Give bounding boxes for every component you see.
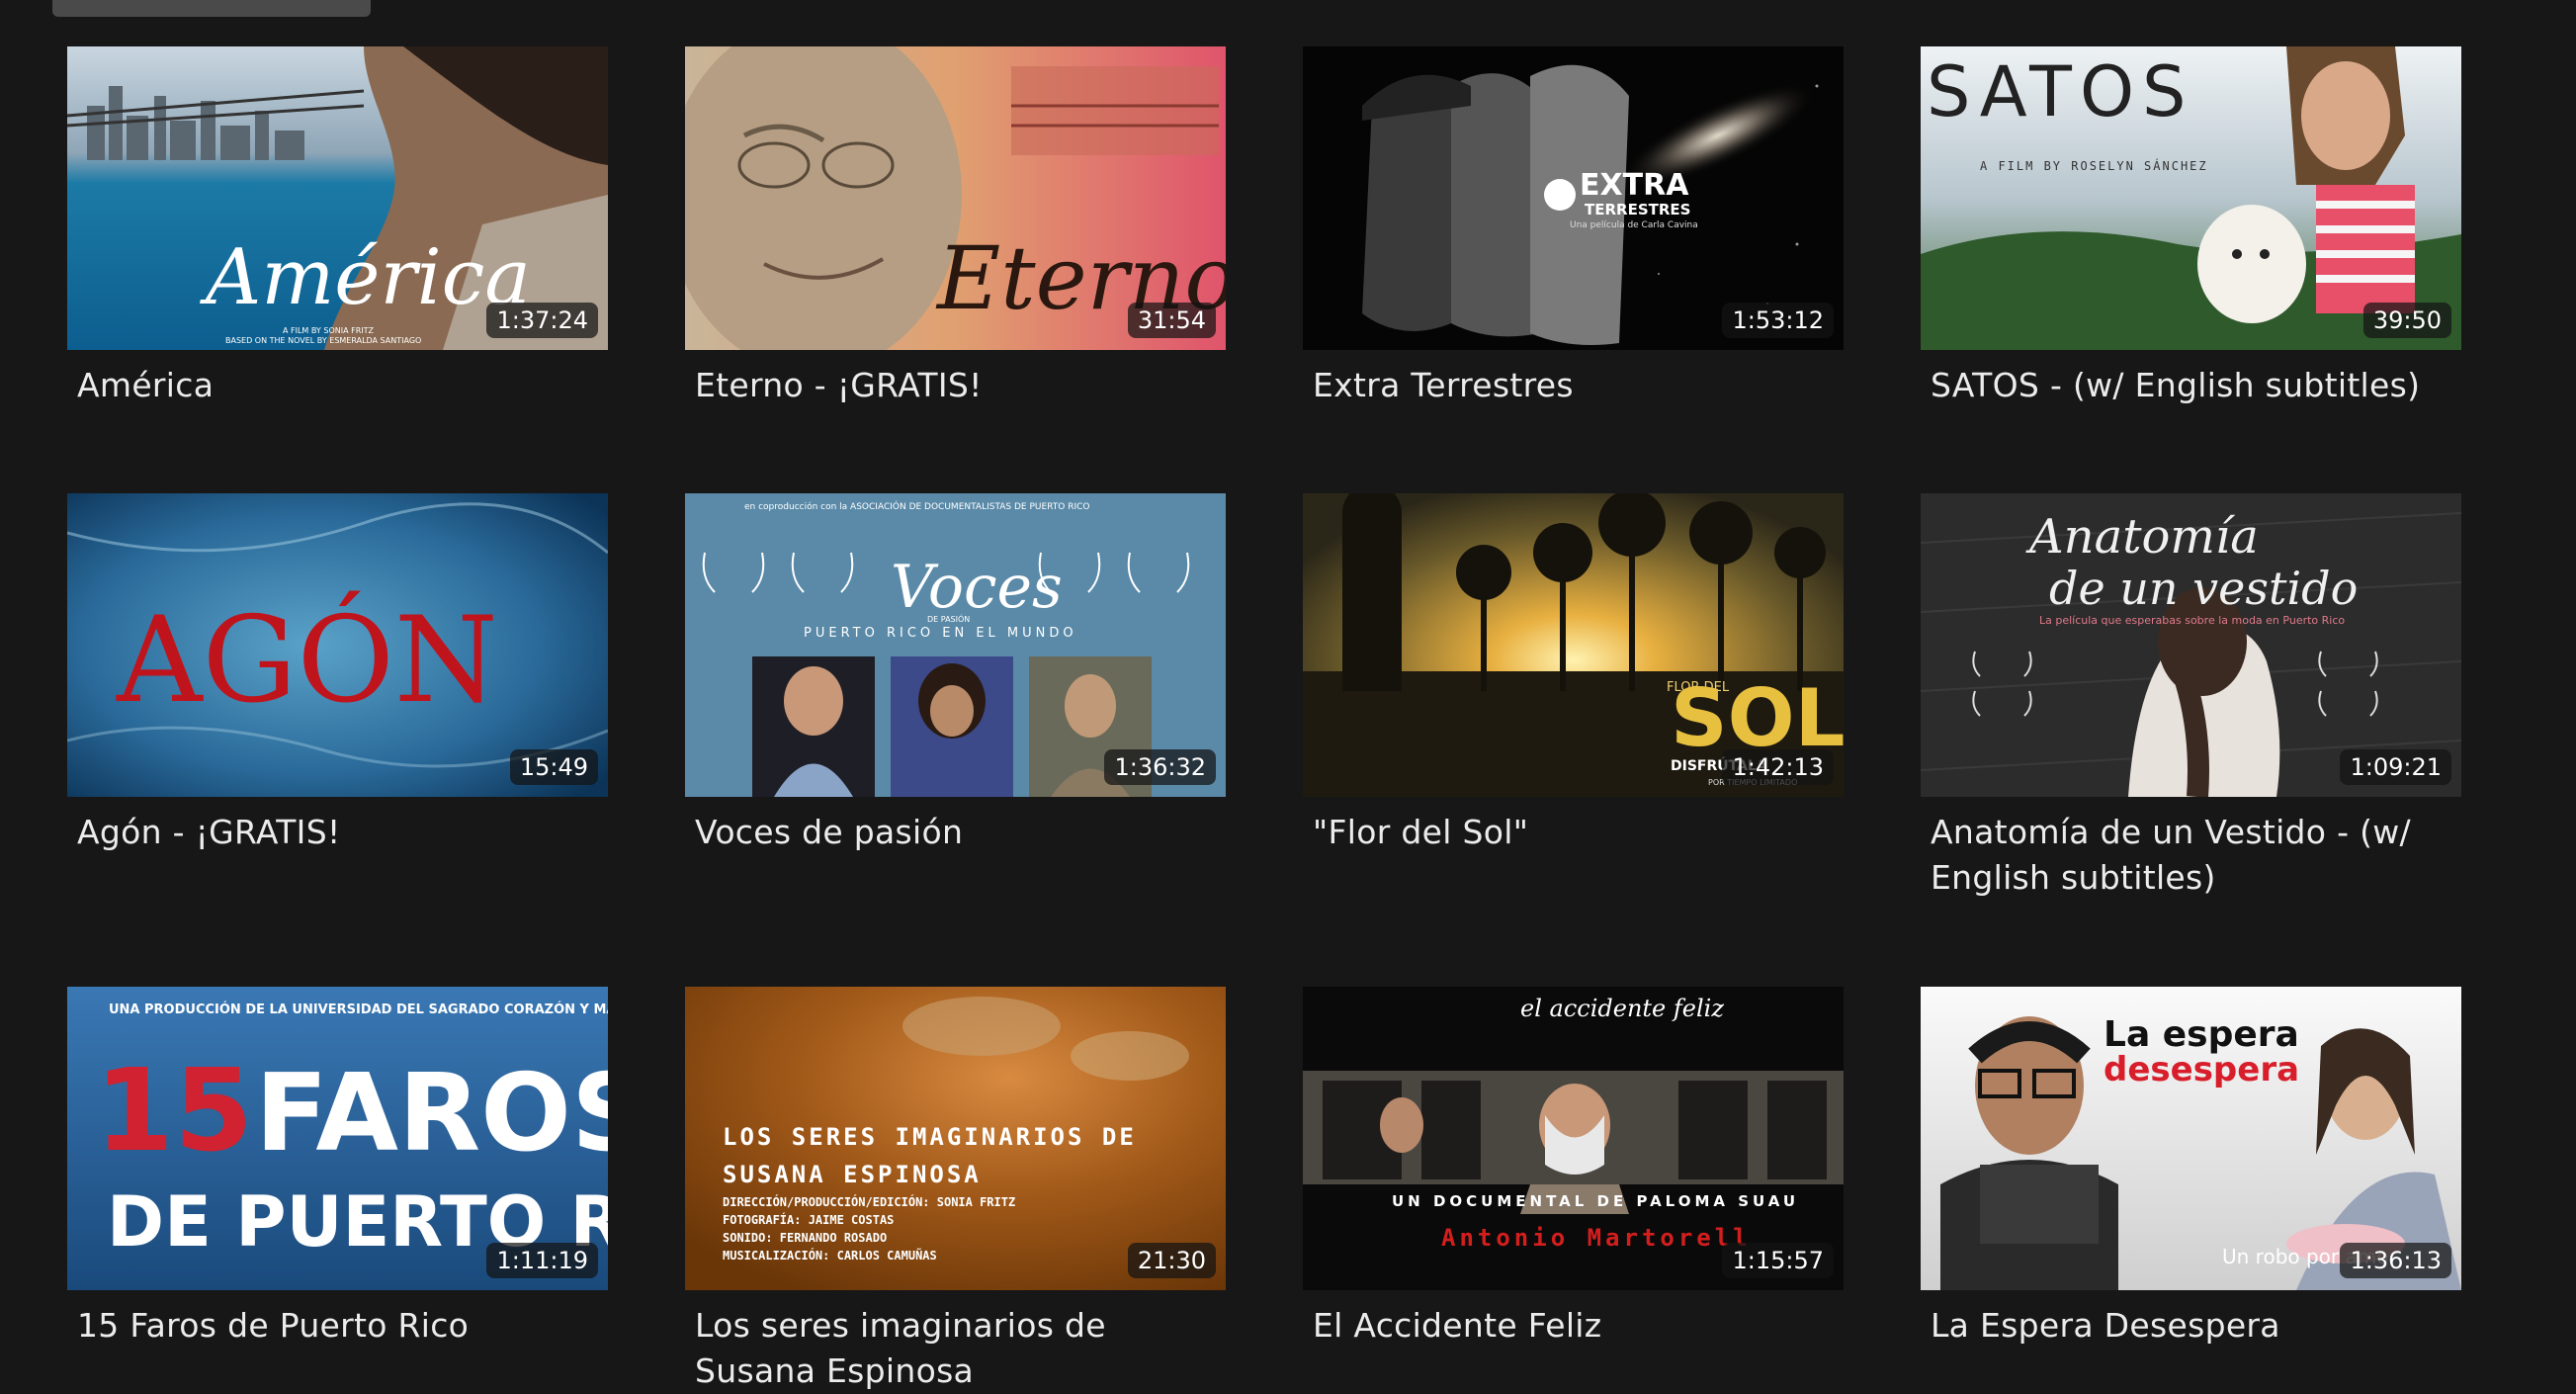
- video-grid: América A FILM BY SONIA FRITZ BASED ON T…: [67, 46, 2461, 1390]
- video-card[interactable]: UNA PRODUCCIÓN DE LA UNIVERSIDAD DEL SAG…: [67, 987, 608, 1345]
- duration-badge: 1:37:24: [486, 303, 598, 338]
- video-title[interactable]: Eterno - ¡GRATIS!: [695, 363, 1209, 408]
- duration-badge: 21:30: [1127, 1243, 1216, 1278]
- video-thumbnail[interactable]: La espera desespera Un robo por amor 1:3…: [1921, 987, 2461, 1290]
- thumb-logo-text: 15: [95, 1045, 253, 1177]
- top-tab[interactable]: [52, 0, 371, 17]
- video-card[interactable]: Eterno 31:54 Eterno - ¡GRATIS!: [685, 46, 1226, 493]
- video-thumbnail[interactable]: LOS SERES IMAGINARIOS DE SUSANA ESPINOSA…: [685, 987, 1226, 1290]
- thumb-credit-text: MUSICALIZACIÓN: CARLOS CAMUÑAS: [723, 1248, 937, 1263]
- thumb-logo-text: Anatomía: [2025, 509, 2259, 565]
- thumb-logo-text: FAROS: [255, 1052, 608, 1176]
- thumb-credit-text: BASED ON THE NOVEL BY ESMERALDA SANTIAGO: [225, 336, 421, 345]
- video-thumbnail[interactable]: América A FILM BY SONIA FRITZ BASED ON T…: [67, 46, 608, 350]
- thumb-logo-text: Voces: [891, 553, 1063, 622]
- video-thumbnail[interactable]: en coproducción con la ASOCIACIÓN DE DOC…: [685, 493, 1226, 797]
- thumb-logo-text: PUERTO RICO EN EL MUNDO: [804, 626, 1077, 641]
- duration-badge: 1:09:21: [2340, 749, 2451, 785]
- video-title[interactable]: El Accidente Feliz: [1313, 1303, 1827, 1349]
- duration-badge: 1:36:13: [2340, 1243, 2451, 1278]
- video-title[interactable]: Voces de pasión: [695, 810, 1209, 855]
- video-card[interactable]: LOS SERES IMAGINARIOS DE SUSANA ESPINOSA…: [685, 987, 1226, 1390]
- duration-badge: 31:54: [1127, 303, 1216, 338]
- thumb-logo-text: LOS SERES IMAGINARIOS DE: [723, 1123, 1137, 1151]
- duration-badge: 1:11:19: [486, 1243, 598, 1278]
- duration-badge: 1:42:13: [1722, 749, 1834, 785]
- video-title[interactable]: "Flor del Sol": [1313, 810, 1827, 855]
- video-card[interactable]: Anatomía de un vestido La película que e…: [1921, 493, 2461, 987]
- video-title[interactable]: Extra Terrestres: [1313, 363, 1827, 408]
- video-card[interactable]: La espera desespera Un robo por amor 1:3…: [1921, 987, 2461, 1345]
- duration-badge: 1:36:32: [1104, 749, 1216, 785]
- video-card[interactable]: en coproducción con la ASOCIACIÓN DE DOC…: [685, 493, 1226, 987]
- video-title[interactable]: América: [77, 363, 591, 408]
- video-card[interactable]: América A FILM BY SONIA FRITZ BASED ON T…: [67, 46, 608, 493]
- video-thumbnail[interactable]: FLOR DEL SOL DISFRÚTALA POR TIEMPO LIMIT…: [1303, 493, 1844, 797]
- thumb-credit-text: SONIDO: FERNANDO ROSADO: [723, 1231, 887, 1245]
- thumb-credit-text: La película que esperabas sobre la moda …: [2039, 614, 2345, 627]
- video-thumbnail[interactable]: el accidente feliz UN DOCUMENTAL DE PALO…: [1303, 987, 1844, 1290]
- duration-badge: 39:50: [2362, 303, 2451, 338]
- duration-badge: 15:49: [509, 749, 598, 785]
- video-title[interactable]: Los seres imaginarios de Susana Espinosa: [695, 1303, 1209, 1394]
- thumb-logo-text: de un vestido: [2049, 562, 2358, 615]
- video-thumbnail[interactable]: UNA PRODUCCIÓN DE LA UNIVERSIDAD DEL SAG…: [67, 987, 608, 1290]
- thumb-credit-text: en coproducción con la ASOCIACIÓN DE DOC…: [744, 500, 1089, 512]
- video-thumbnail[interactable]: AGÓN 15:49: [67, 493, 608, 797]
- video-card[interactable]: FLOR DEL SOL DISFRÚTALA POR TIEMPO LIMIT…: [1303, 493, 1844, 987]
- thumb-logo-text: TERRESTRES: [1585, 201, 1690, 218]
- video-title[interactable]: SATOS - (w/ English subtitles): [1931, 363, 2445, 408]
- thumb-credit-text: UN DOCUMENTAL DE PALOMA SUAU: [1392, 1192, 1799, 1210]
- thumb-logo-text: SUSANA ESPINOSA: [723, 1161, 982, 1188]
- thumb-logo-text: el accidente feliz: [1520, 995, 1724, 1022]
- thumb-credit-text: A FILM BY ROSELYN SÁNCHEZ: [1980, 158, 2208, 173]
- video-title[interactable]: La Espera Desespera: [1931, 1303, 2445, 1349]
- thumb-credit-text: UNA PRODUCCIÓN DE LA UNIVERSIDAD DEL SAG…: [109, 1002, 608, 1017]
- video-card[interactable]: EXTRA TERRESTRES Una película de Carla C…: [1303, 46, 1844, 493]
- video-card[interactable]: SATOS A FILM BY ROSELYN SÁNCHEZ 39:50 SA…: [1921, 46, 2461, 493]
- video-thumbnail[interactable]: EXTRA TERRESTRES Una película de Carla C…: [1303, 46, 1844, 350]
- thumb-logo-text: Antonio Martorell: [1441, 1224, 1752, 1252]
- duration-badge: 1:53:12: [1722, 303, 1834, 338]
- thumb-credit-text: FOTOGRAFÍA: JAIME COSTAS: [723, 1212, 894, 1227]
- thumb-logo-text: desespera: [2104, 1050, 2299, 1089]
- video-title[interactable]: Anatomía de un Vestido - (w/ English sub…: [1931, 810, 2445, 901]
- video-card[interactable]: AGÓN 15:49 Agón - ¡GRATIS!: [67, 493, 608, 987]
- thumb-logo-text: América: [200, 233, 531, 322]
- video-thumbnail[interactable]: Eterno 31:54: [685, 46, 1226, 350]
- video-title[interactable]: 15 Faros de Puerto Rico: [77, 1303, 591, 1349]
- video-thumbnail[interactable]: SATOS A FILM BY ROSELYN SÁNCHEZ 39:50: [1921, 46, 2461, 350]
- video-thumbnail[interactable]: Anatomía de un vestido La película que e…: [1921, 493, 2461, 797]
- video-card[interactable]: el accidente feliz UN DOCUMENTAL DE PALO…: [1303, 987, 1844, 1345]
- thumb-logo-text: DE PASIÓN: [927, 613, 970, 624]
- thumb-logo-text: EXTRA: [1580, 168, 1689, 203]
- duration-badge: 1:15:57: [1722, 1243, 1834, 1278]
- video-title[interactable]: Agón - ¡GRATIS!: [77, 810, 591, 855]
- thumb-logo-text: La espera: [2104, 1014, 2299, 1055]
- thumb-credit-text: A FILM BY SONIA FRITZ: [283, 326, 375, 335]
- thumb-credit-text: DIRECCIÓN/PRODUCCIÓN/EDICIÓN: SONIA FRIT…: [723, 1194, 1015, 1209]
- thumb-logo-text: SATOS: [1927, 51, 2193, 132]
- thumb-credit-text: Una película de Carla Cavina: [1570, 220, 1698, 230]
- thumb-logo-text: AGÓN: [116, 591, 498, 730]
